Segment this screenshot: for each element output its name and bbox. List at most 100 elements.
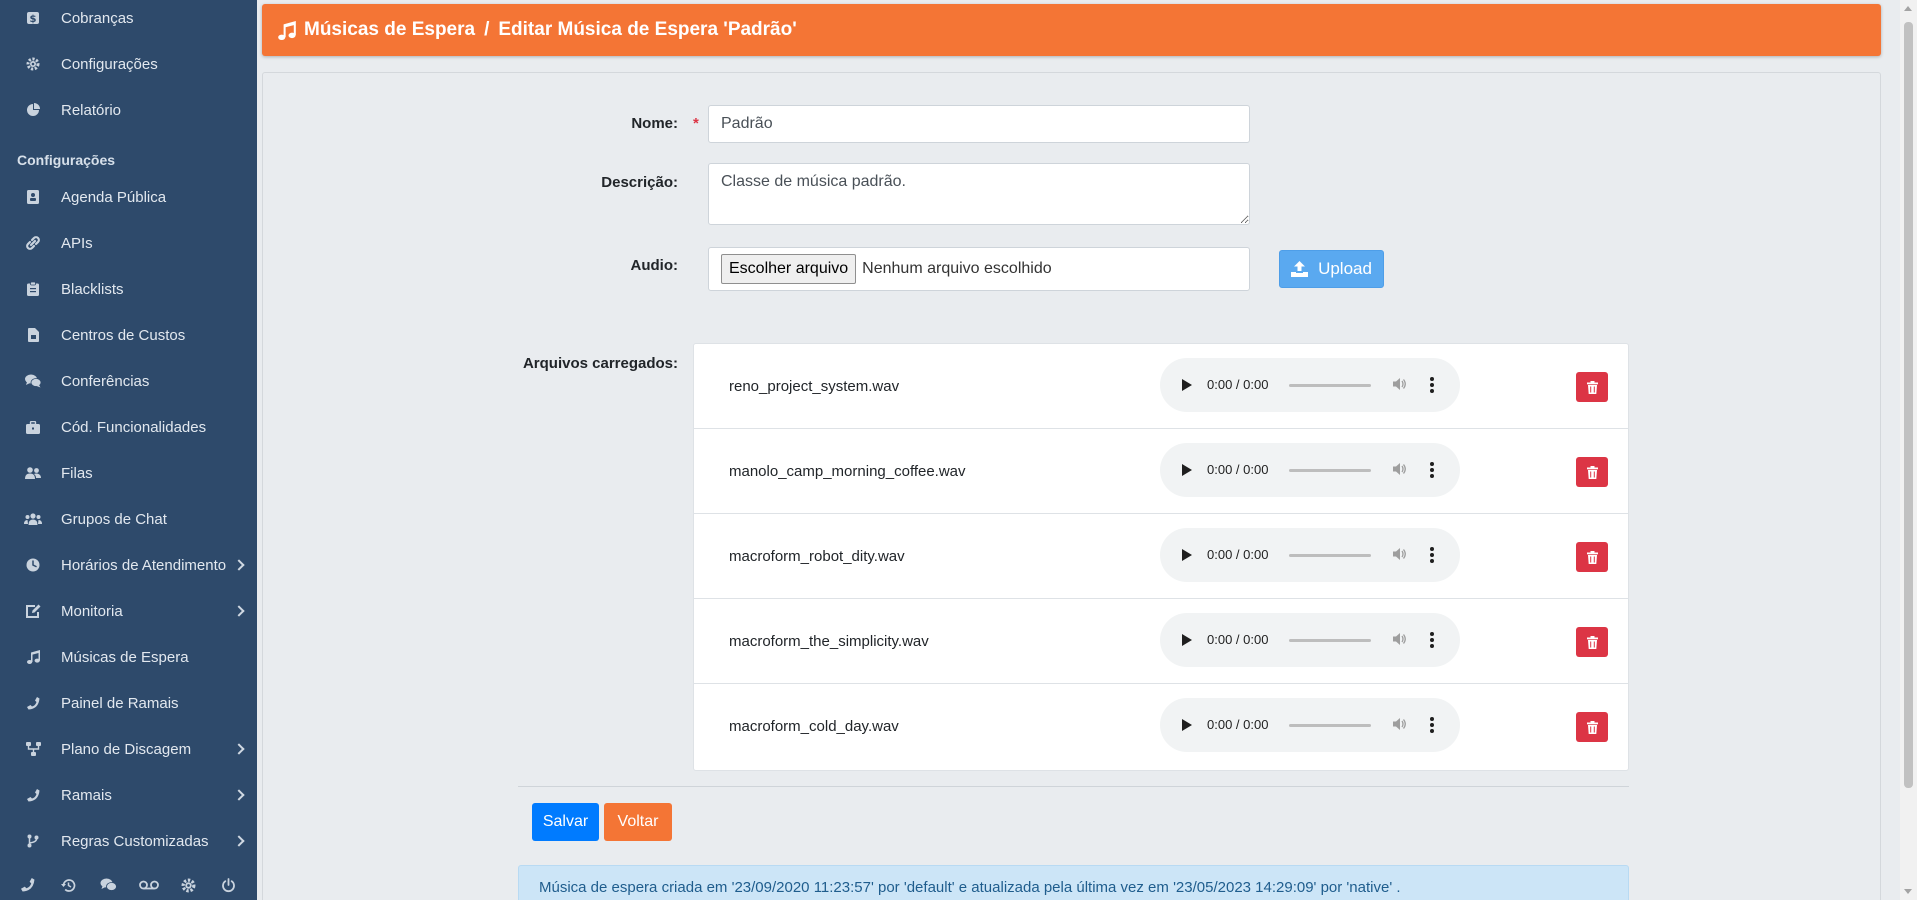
sidebar-item-cobrancas[interactable]: $ Cobranças xyxy=(0,0,257,41)
sidebar-item-agenda-publica[interactable]: Agenda Pública xyxy=(0,174,257,220)
list-item: reno_project_system.wav 0:00 / 0:00 xyxy=(694,344,1628,429)
sidebar-item-configuracoes[interactable]: Configurações xyxy=(0,41,257,87)
audio-seek-slider[interactable] xyxy=(1289,639,1371,642)
delete-button[interactable] xyxy=(1576,457,1608,487)
sidebar-item-label: Ramais xyxy=(61,786,112,804)
more-options-icon[interactable] xyxy=(1429,546,1435,564)
voicemail-icon[interactable] xyxy=(138,875,159,895)
audio-time: 0:00 / 0:00 xyxy=(1207,377,1269,392)
descricao-textarea[interactable]: Classe de música padrão. xyxy=(708,163,1250,225)
volume-icon[interactable] xyxy=(1393,377,1407,391)
sidebar-item-centros-de-custos[interactable]: Centros de Custos xyxy=(0,312,257,358)
gear-icon[interactable] xyxy=(179,875,199,895)
descricao-label: Descrição: xyxy=(601,174,678,191)
music-icon xyxy=(24,648,42,666)
file-name: macroform_cold_day.wav xyxy=(729,718,899,735)
page-header: Músicas de Espera / Editar Música de Esp… xyxy=(262,4,1881,56)
delete-button[interactable] xyxy=(1576,627,1608,657)
sidebar-item-grupos-de-chat[interactable]: Grupos de Chat xyxy=(0,496,257,542)
file-name: macroform_robot_dity.wav xyxy=(729,548,905,565)
audio-seek-slider[interactable] xyxy=(1289,724,1371,727)
trash-icon xyxy=(1586,465,1598,479)
comments-icon[interactable] xyxy=(98,875,118,895)
sidebar-item-regras-customizadas[interactable]: Regras Customizadas xyxy=(0,818,257,864)
list-item: macroform_the_simplicity.wav 0:00 / 0:00 xyxy=(694,599,1628,684)
sidebar-item-label: Agenda Pública xyxy=(61,188,167,206)
upload-icon xyxy=(1291,261,1309,277)
sidebar-item-cod-funcionalidades[interactable]: Cód. Funcionalidades xyxy=(0,404,257,450)
delete-button[interactable] xyxy=(1576,542,1608,572)
sidebar-item-filas[interactable]: Filas xyxy=(0,450,257,496)
chevron-right-icon xyxy=(233,835,245,847)
phone-icon[interactable] xyxy=(18,875,38,895)
sidebar-item-label: Relatório xyxy=(61,101,122,119)
delete-button[interactable] xyxy=(1576,372,1608,402)
audio-file-input[interactable]: Escolher arquivo Nenhum arquivo escolhid… xyxy=(708,247,1250,291)
sidebar-item-musicas-de-espera[interactable]: Músicas de Espera xyxy=(0,634,257,680)
chevron-right-icon xyxy=(233,789,245,801)
audio-time: 0:00 / 0:00 xyxy=(1207,717,1269,732)
sidebar-item-label: Conferências xyxy=(61,372,150,390)
sidebar-item-plano-de-discagem[interactable]: Plano de Discagem xyxy=(0,726,257,772)
sidebar-item-horarios-de-atendimento[interactable]: Horários de Atendimento xyxy=(0,542,257,588)
volume-icon[interactable] xyxy=(1393,717,1407,731)
sidebar-item-label: Configurações xyxy=(61,55,158,73)
power-icon[interactable] xyxy=(219,875,239,895)
gear-icon xyxy=(24,55,42,73)
audio-seek-slider[interactable] xyxy=(1289,469,1371,472)
delete-button[interactable] xyxy=(1576,712,1608,742)
more-options-icon[interactable] xyxy=(1429,376,1435,394)
edit-form-panel: Nome: * Descrição: Classe de música padr… xyxy=(262,72,1881,900)
upload-label: Upload xyxy=(1318,259,1372,278)
play-icon[interactable] xyxy=(1182,549,1192,561)
nome-input[interactable] xyxy=(708,105,1250,143)
volume-icon[interactable] xyxy=(1393,632,1407,646)
audio-seek-slider[interactable] xyxy=(1289,384,1371,387)
briefcase-icon xyxy=(24,418,42,436)
list-item: macroform_cold_day.wav 0:00 / 0:00 xyxy=(694,684,1628,769)
upload-button[interactable]: Upload xyxy=(1279,250,1384,288)
page-title: Editar Música de Espera 'Padrão' xyxy=(498,19,797,40)
audio-seek-slider[interactable] xyxy=(1289,554,1371,557)
audio-time: 0:00 / 0:00 xyxy=(1207,632,1269,647)
comments-icon xyxy=(24,372,42,390)
breadcrumb-section[interactable]: Músicas de Espera xyxy=(304,19,475,41)
required-mark: * xyxy=(693,115,699,132)
sidebar-item-monitoria[interactable]: Monitoria xyxy=(0,588,257,634)
more-options-icon[interactable] xyxy=(1429,461,1435,479)
choose-file-button[interactable]: Escolher arquivo xyxy=(721,254,857,284)
scrollbar-thumb[interactable] xyxy=(1904,22,1913,788)
save-button[interactable]: Salvar xyxy=(532,803,599,841)
play-icon[interactable] xyxy=(1182,719,1192,731)
user-group-icon xyxy=(24,464,42,482)
page-scrollbar[interactable] xyxy=(1900,0,1917,900)
volume-icon[interactable] xyxy=(1393,462,1407,476)
trash-icon xyxy=(1586,635,1598,649)
file-invoice-icon xyxy=(24,326,42,344)
file-status: Nenhum arquivo escolhido xyxy=(862,260,1052,277)
play-icon[interactable] xyxy=(1182,379,1192,391)
sidebar-item-ramais[interactable]: Ramais xyxy=(0,772,257,818)
sidebar-item-relatorio[interactable]: Relatório xyxy=(0,87,257,133)
scroll-up-icon[interactable] xyxy=(1904,6,1912,11)
list-item: manolo_camp_morning_coffee.wav 0:00 / 0:… xyxy=(694,429,1628,514)
sidebar-item-painel-de-ramais[interactable]: Painel de Ramais xyxy=(0,680,257,726)
scroll-down-icon[interactable] xyxy=(1904,889,1912,894)
more-options-icon[interactable] xyxy=(1429,631,1435,649)
edit-icon xyxy=(24,602,42,620)
more-options-icon[interactable] xyxy=(1429,716,1435,734)
sidebar-item-apis[interactable]: APIs xyxy=(0,220,257,266)
users-icon xyxy=(24,510,42,528)
sidebar-item-label: Cód. Funcionalidades xyxy=(61,418,207,436)
nome-label: Nome: xyxy=(631,115,678,132)
play-icon[interactable] xyxy=(1182,634,1192,646)
volume-icon[interactable] xyxy=(1393,547,1407,561)
sidebar-item-conferencias[interactable]: Conferências xyxy=(0,358,257,404)
history-icon[interactable] xyxy=(58,875,78,895)
back-button[interactable]: Voltar xyxy=(604,803,672,841)
sidebar-item-blacklists[interactable]: Blacklists xyxy=(0,266,257,312)
form-divider xyxy=(518,786,1629,787)
play-icon[interactable] xyxy=(1182,464,1192,476)
trash-icon xyxy=(1586,550,1598,564)
sidebar-item-label: Plano de Discagem xyxy=(61,740,192,758)
